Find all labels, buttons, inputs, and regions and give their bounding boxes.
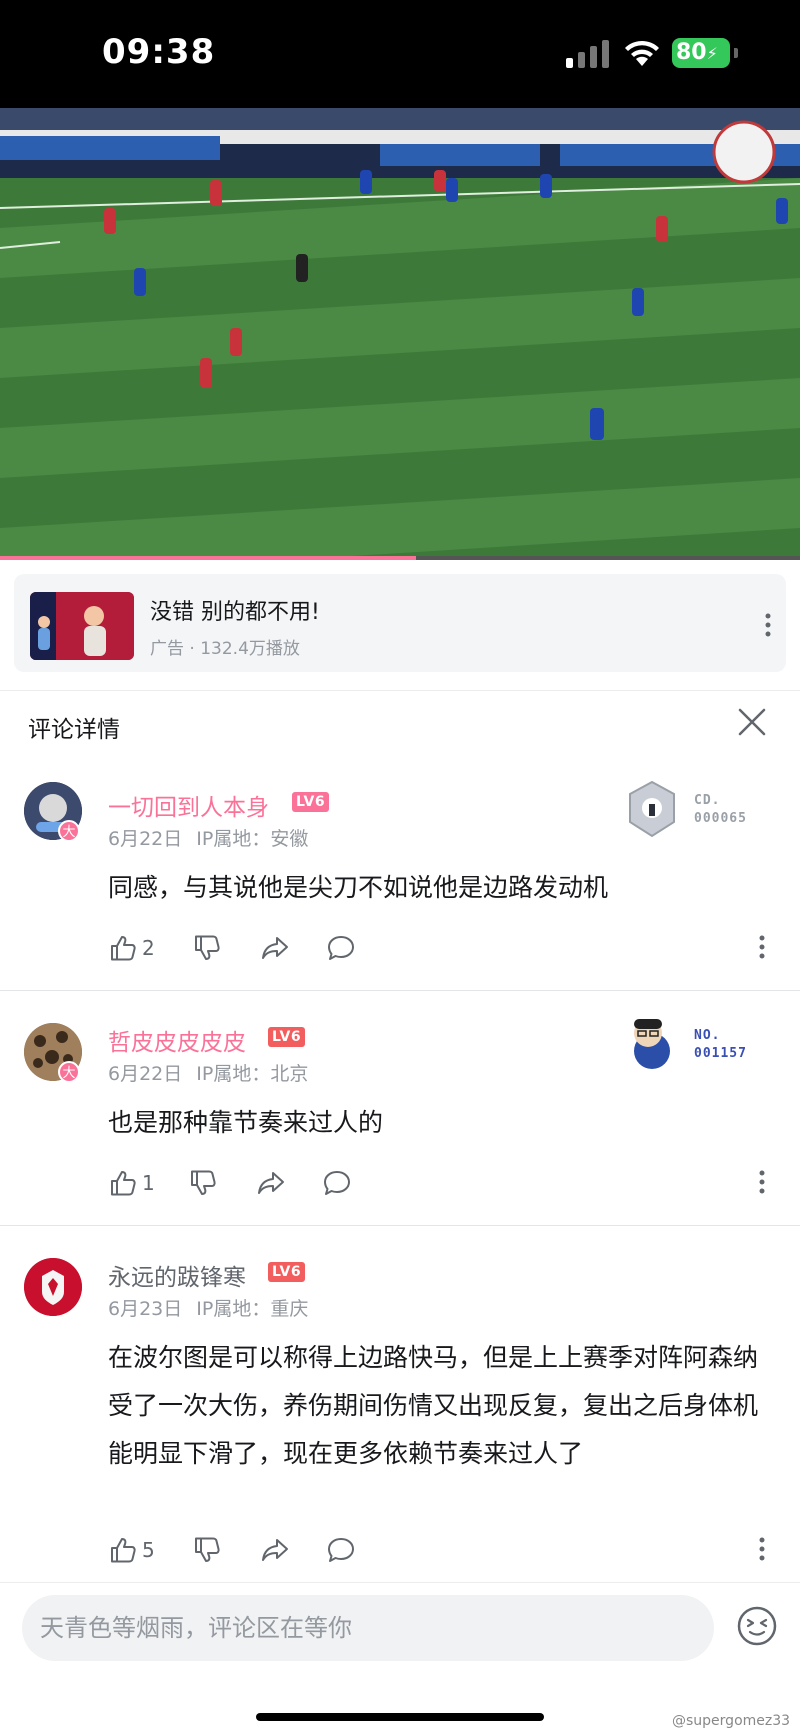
comment-meta: 6月22日 IP属地：北京 <box>108 1059 322 1086</box>
fan-label-number: 000065 <box>694 811 747 826</box>
like-count: 2 <box>142 936 155 960</box>
signal-icon <box>566 40 609 68</box>
avatar[interactable] <box>24 1258 82 1316</box>
comment-actions: 5 <box>108 1532 768 1568</box>
dislike-button[interactable] <box>192 930 222 966</box>
comment-item: 大 哲皮皮皮皮皮 LV6 NO. 001157 6月22日 IP属地：北京 也是那… <box>0 1005 800 1225</box>
more-vertical-icon[interactable] <box>752 1167 772 1197</box>
wifi-icon <box>625 40 659 66</box>
comment-item: 永远的跋锋寒 LV6 6月23日 IP属地：重庆 在波尔图是可以称得上边路快马，但… <box>0 1240 800 1580</box>
video-frame <box>0 108 800 560</box>
like-count: 1 <box>142 1171 155 1195</box>
thumb-down-icon <box>195 1537 220 1562</box>
comment-detail-title: 评论详情 <box>28 717 120 743</box>
thumb-down-icon <box>195 935 220 960</box>
video-player[interactable] <box>0 108 800 560</box>
reply-button[interactable] <box>326 930 356 966</box>
fan-label-prefix: NO. <box>694 1028 721 1043</box>
dislike-button[interactable] <box>192 1532 222 1568</box>
comment-ip: IP属地：重庆 <box>196 1298 309 1320</box>
more-vertical-icon[interactable] <box>752 932 772 962</box>
comment-separator <box>0 990 800 991</box>
comment-content: 在波尔图是可以称得上边路快马，但是上上赛季对阵阿森纳受了一次大伤，养伤期间伤情又… <box>108 1343 759 1468</box>
video-progress-bar[interactable] <box>0 556 800 560</box>
fan-number: CD. 000065 <box>694 792 747 828</box>
ad-title[interactable]: 没错 别的都不用! <box>150 594 320 626</box>
share-button[interactable] <box>260 930 290 966</box>
battery-cap <box>734 48 738 58</box>
reply-icon <box>324 1171 350 1195</box>
watermark: @supergomez33 <box>672 1713 791 1729</box>
share-icon <box>262 1539 288 1561</box>
reply-button[interactable] <box>326 1532 356 1568</box>
status-bar: 09:38 80⚡ <box>0 0 800 108</box>
comment-content: 也是那种靠节奏来过人的 <box>108 1108 384 1137</box>
battery-level: 80 <box>676 40 707 65</box>
comment-item: 大 一切回到人本身 LV6 CD. 000065 6月22日 IP属地：安徽 同感… <box>0 770 800 990</box>
ad-thumbnail[interactable] <box>30 592 134 660</box>
share-icon <box>258 1172 284 1194</box>
comment-detail-header: 评论详情 <box>0 690 800 760</box>
fan-label-number: 001157 <box>694 1046 747 1061</box>
comment-input-bar: 天青色等烟雨，评论区在等你 @supergomez33 <box>0 1582 800 1734</box>
status-time: 09:38 <box>102 32 216 72</box>
share-icon <box>262 937 288 959</box>
thumb-down-icon <box>191 1170 216 1195</box>
fan-medal-icon <box>629 780 675 838</box>
comment-actions: 2 <box>108 930 768 966</box>
comment-meta: 6月22日 IP属地：安徽 <box>108 824 322 851</box>
more-vertical-icon[interactable] <box>752 1534 772 1564</box>
comment-date: 6月23日 <box>108 1298 183 1320</box>
avatar-badge: 大 <box>58 1061 80 1083</box>
comment-username[interactable]: 一切回到人本身 <box>108 788 269 822</box>
home-indicator <box>256 1713 544 1721</box>
reply-icon <box>328 1538 354 1562</box>
like-count: 5 <box>142 1538 155 1562</box>
comment-separator <box>0 1225 800 1226</box>
comment-username[interactable]: 永远的跋锋寒 <box>108 1258 246 1292</box>
more-vertical-icon[interactable] <box>758 610 778 640</box>
comment-ip: IP属地：安徽 <box>196 828 309 850</box>
reply-icon <box>328 936 354 960</box>
level-badge: LV6 <box>268 1027 306 1047</box>
like-button[interactable]: 5 <box>108 1532 155 1568</box>
level-badge: LV6 <box>268 1262 306 1282</box>
level-badge: LV6 <box>292 792 330 812</box>
battery-icon: 80⚡ <box>672 38 730 68</box>
video-progress-fill <box>0 556 416 560</box>
thumb-up-icon <box>111 936 136 961</box>
thumb-up-icon <box>111 1171 136 1196</box>
ad-subtitle: 广告 · 132.4万播放 <box>150 639 300 659</box>
emoji-icon[interactable] <box>736 1605 778 1647</box>
thumb-up-icon <box>111 1538 136 1563</box>
reply-button[interactable] <box>322 1165 352 1201</box>
comment-input[interactable]: 天青色等烟雨，评论区在等你 <box>22 1595 714 1661</box>
comment-actions: 1 <box>108 1165 768 1201</box>
fan-medal-icon <box>634 1019 670 1069</box>
share-button[interactable] <box>256 1165 286 1201</box>
charging-bolt: ⚡ <box>706 44 718 63</box>
comment-date: 6月22日 <box>108 1063 183 1085</box>
comment-ip: IP属地：北京 <box>196 1063 309 1085</box>
ad-card[interactable]: 没错 别的都不用! 广告 · 132.4万播放 <box>14 574 786 672</box>
comment-username[interactable]: 哲皮皮皮皮皮 <box>108 1023 246 1057</box>
comment-meta: 6月23日 IP属地：重庆 <box>108 1294 322 1321</box>
comment-content: 同感，与其说他是尖刀不如说他是边路发动机 <box>108 873 609 902</box>
like-button[interactable]: 2 <box>108 930 155 966</box>
comment-date: 6月22日 <box>108 828 183 850</box>
avatar-badge: 大 <box>58 820 80 842</box>
like-button[interactable]: 1 <box>108 1165 155 1201</box>
close-icon[interactable] <box>734 704 770 740</box>
fan-label-prefix: CD. <box>694 793 721 808</box>
fan-number: NO. 001157 <box>694 1027 747 1063</box>
share-button[interactable] <box>260 1532 290 1568</box>
dislike-button[interactable] <box>188 1165 218 1201</box>
